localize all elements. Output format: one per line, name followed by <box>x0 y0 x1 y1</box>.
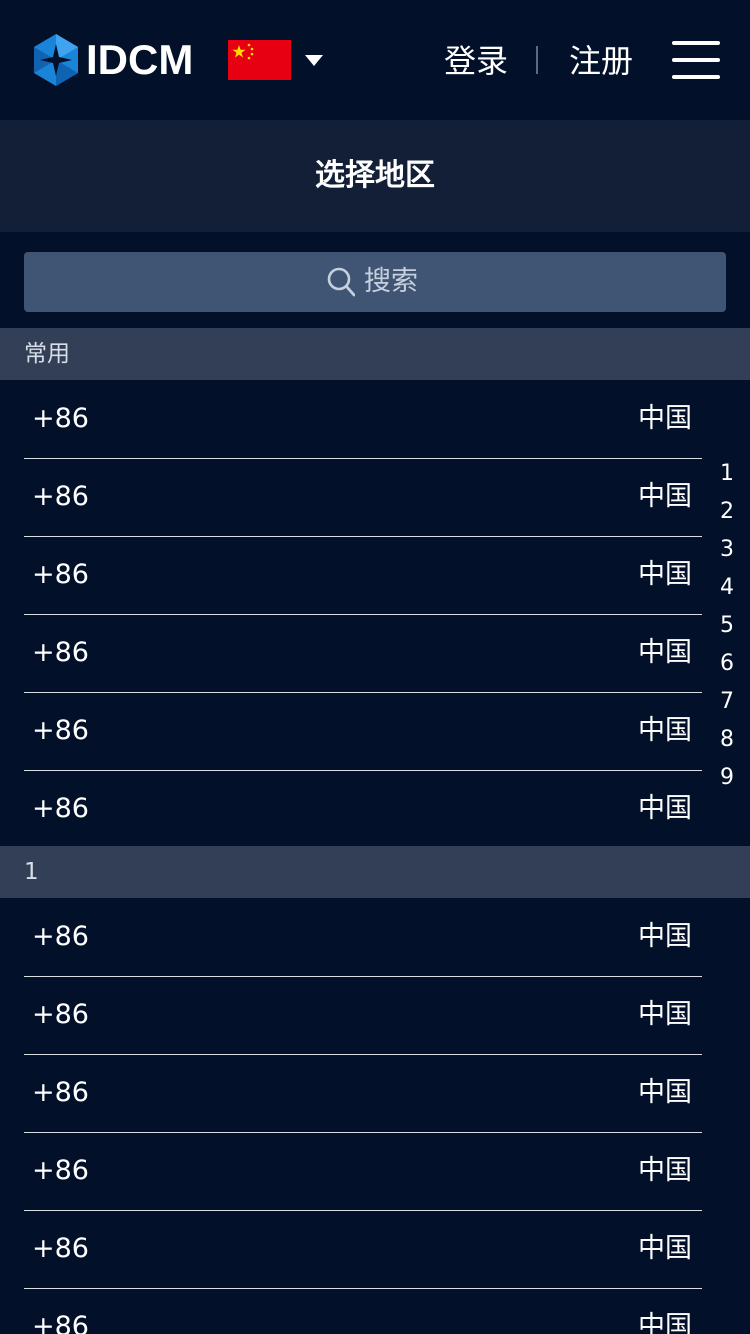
login-link[interactable]: 登录 <box>444 38 508 84</box>
section-header-1: 1 <box>0 846 750 898</box>
chevron-down-icon[interactable] <box>305 55 323 67</box>
search-placeholder: 搜索 <box>364 266 418 297</box>
list-item[interactable]: +86 中国 <box>24 898 702 977</box>
list-item[interactable]: +86 中国 <box>24 976 702 1055</box>
title-bar: 选择地区 <box>0 120 750 232</box>
country-name: 中国 <box>638 637 692 668</box>
dial-code: +86 <box>32 1155 89 1186</box>
dial-code: +86 <box>32 921 89 952</box>
country-name: 中国 <box>638 715 692 746</box>
list-item[interactable]: +86 中国 <box>24 1210 702 1289</box>
country-name: 中国 <box>638 1077 692 1108</box>
index-item[interactable]: 5 <box>710 607 744 645</box>
dial-code: +86 <box>32 559 89 590</box>
hamburger-menu-icon[interactable] <box>672 41 720 79</box>
index-item[interactable]: 8 <box>710 721 744 759</box>
country-name: 中国 <box>638 559 692 590</box>
list-item[interactable]: +86 中国 <box>24 536 702 615</box>
index-item[interactable]: 1 <box>710 455 744 493</box>
country-name: 中国 <box>638 1311 692 1334</box>
country-name: 中国 <box>638 793 692 824</box>
country-name: 中国 <box>638 1155 692 1186</box>
index-item[interactable]: 6 <box>710 645 744 683</box>
dial-code: +86 <box>32 637 89 668</box>
header-divider <box>536 46 538 74</box>
search-input[interactable]: 搜索 <box>24 252 726 312</box>
section-header-label: 1 <box>24 859 39 885</box>
list-item[interactable]: +86 中国 <box>24 1288 702 1334</box>
idcm-logo-icon[interactable] <box>32 34 80 86</box>
page-title: 选择地区 <box>315 158 435 193</box>
search-icon <box>327 267 355 297</box>
list-item[interactable]: +86 中国 <box>24 1132 702 1211</box>
country-name: 中国 <box>638 481 692 512</box>
section-header-common: 常用 <box>0 328 750 380</box>
section-index: 1 2 3 4 5 6 7 8 9 <box>710 455 744 797</box>
dial-code: +86 <box>32 1311 89 1334</box>
country-name: 中国 <box>638 999 692 1030</box>
dial-code: +86 <box>32 1077 89 1108</box>
list-item[interactable]: +86 中国 <box>24 692 702 771</box>
country-name: 中国 <box>638 403 692 434</box>
index-item[interactable]: 4 <box>710 569 744 607</box>
list-item[interactable]: +86 中国 <box>24 614 702 693</box>
china-flag-icon[interactable] <box>228 40 291 80</box>
index-item[interactable]: 3 <box>710 531 744 569</box>
index-item[interactable]: 2 <box>710 493 744 531</box>
dial-code: +86 <box>32 403 89 434</box>
section-header-label: 常用 <box>24 341 70 367</box>
dial-code: +86 <box>32 1233 89 1264</box>
index-item[interactable]: 9 <box>710 759 744 797</box>
list-item[interactable]: +86 中国 <box>24 458 702 537</box>
register-link[interactable]: 注册 <box>569 38 633 84</box>
country-name: 中国 <box>638 921 692 952</box>
dial-code: +86 <box>32 715 89 746</box>
dial-code: +86 <box>32 999 89 1030</box>
index-item[interactable]: 7 <box>710 683 744 721</box>
dial-code: +86 <box>32 481 89 512</box>
list-item[interactable]: +86 中国 <box>24 1054 702 1133</box>
brand-name[interactable]: IDCM <box>86 34 193 86</box>
dial-code: +86 <box>32 793 89 824</box>
top-header: IDCM 登录 注册 <box>0 0 750 120</box>
list-item[interactable]: +86 中国 <box>24 770 702 848</box>
region-select-page: IDCM 登录 注册 选择地区 搜索 常用 +86 中国 +86 中国 +86 … <box>0 0 750 1334</box>
list-item[interactable]: +86 中国 <box>24 380 702 459</box>
country-name: 中国 <box>638 1233 692 1264</box>
